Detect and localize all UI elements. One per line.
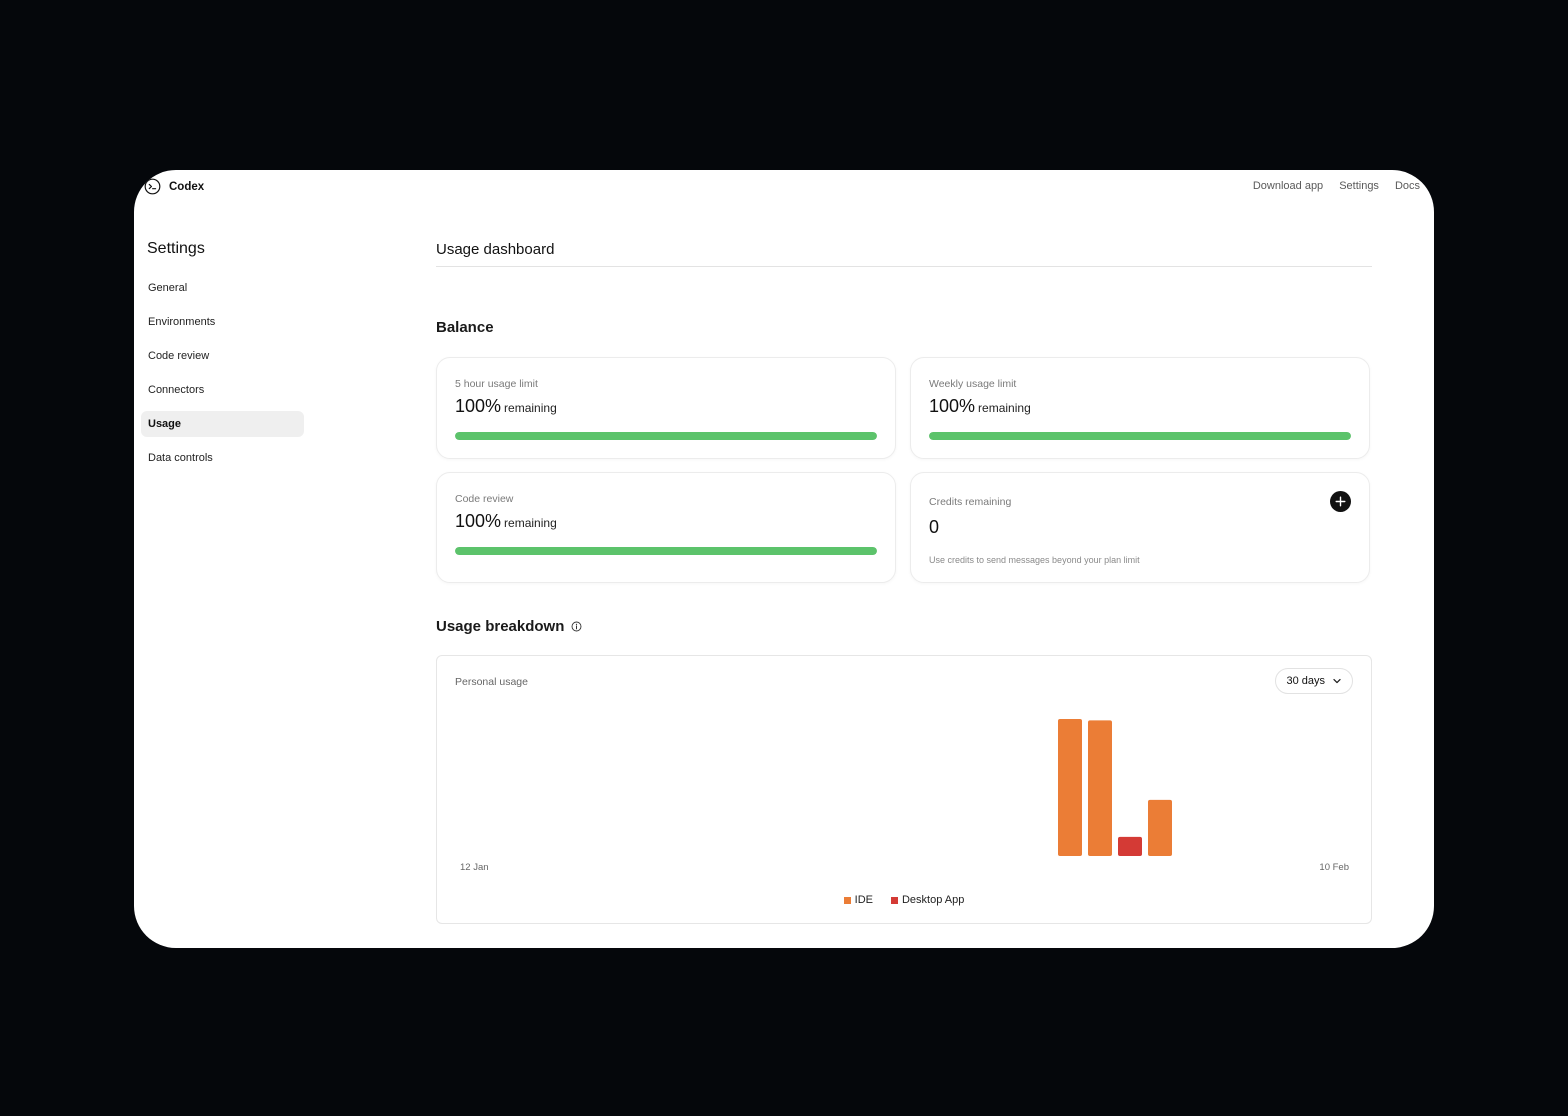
top-nav: Download app Settings Docs: [1253, 180, 1420, 192]
add-credits-button[interactable]: [1330, 491, 1351, 512]
progress-track: [455, 547, 877, 555]
progress-bar: [455, 547, 877, 555]
weekly-limit-card: Weekly usage limit 100% remaining: [910, 357, 1370, 459]
remaining-label: remaining: [978, 401, 1031, 415]
card-value: 100% remaining: [455, 511, 557, 532]
sidebar-item-general[interactable]: General: [141, 275, 304, 301]
usage-chart-panel: Personal usage 30 days 12 Jan 10 Feb IDE …: [436, 655, 1372, 924]
card-label: Weekly usage limit: [929, 378, 1017, 390]
percent-value: 100%: [929, 396, 976, 416]
card-label: 5 hour usage limit: [455, 378, 538, 390]
progress-bar: [929, 432, 1351, 440]
sidebar-item-usage[interactable]: Usage: [141, 411, 304, 437]
balance-heading: Balance: [436, 319, 494, 336]
percent-value: 100%: [455, 511, 502, 531]
legend-label: IDE: [854, 894, 873, 906]
credits-label: Credits remaining: [929, 496, 1012, 508]
x-tick-end: 10 Feb: [1319, 862, 1349, 873]
legend-item-desktop-app: Desktop App: [890, 894, 965, 906]
progress-track: [455, 432, 877, 440]
settings-link[interactable]: Settings: [1339, 180, 1379, 192]
sidebar-item-environments[interactable]: Environments: [141, 309, 304, 335]
code-review-card: Code review 100% remaining: [436, 472, 896, 583]
app-name: Codex: [169, 180, 205, 193]
legend-swatch: [890, 896, 898, 904]
credits-card: Credits remaining 0 Use credits to send …: [910, 472, 1370, 583]
progress-bar: [455, 432, 877, 440]
x-tick-start: 12 Jan: [460, 862, 489, 873]
sidebar-title: Settings: [147, 240, 205, 257]
credits-value: 0: [929, 517, 940, 537]
bar-ide[interactable]: [1058, 719, 1082, 856]
bar-ide[interactable]: [1088, 720, 1112, 856]
plus-icon: [1335, 496, 1346, 507]
sidebar-item-data-controls[interactable]: Data controls: [141, 445, 304, 471]
card-value: 100% remaining: [929, 396, 1031, 417]
card-label: Code review: [455, 493, 514, 505]
percent-value: 100%: [455, 396, 502, 416]
top-bar: Codex Download app Settings Docs: [134, 170, 1434, 206]
five-hour-limit-card: 5 hour usage limit 100% remaining: [436, 357, 896, 459]
bar-ide[interactable]: [1148, 799, 1172, 856]
credits-note: Use credits to send messages beyond your…: [929, 555, 1140, 565]
legend-label: Desktop App: [901, 894, 965, 906]
card-value: 100% remaining: [455, 396, 557, 417]
remaining-label: remaining: [504, 516, 557, 530]
chart-legend: IDE Desktop App: [437, 894, 1371, 906]
progress-track: [929, 432, 1351, 440]
brand[interactable]: Codex: [144, 178, 204, 195]
bar-desktop-app[interactable]: [1118, 836, 1142, 856]
page-title: Usage dashboard: [436, 241, 555, 258]
legend-swatch: [843, 896, 851, 904]
usage-breakdown-title: Usage breakdown: [436, 618, 565, 635]
divider: [436, 266, 1372, 267]
sidebar-item-code-review[interactable]: Code review: [141, 343, 304, 369]
terminal-icon: [144, 178, 161, 195]
sidebar-item-connectors[interactable]: Connectors: [141, 377, 304, 403]
app-window: Codex Download app Settings Docs Setting…: [134, 170, 1434, 948]
usage-bar-chart: 12 Jan 10 Feb: [460, 719, 1349, 873]
download-app-link[interactable]: Download app: [1253, 180, 1323, 192]
remaining-label: remaining: [504, 401, 557, 415]
docs-link[interactable]: Docs: [1395, 180, 1420, 192]
info-icon[interactable]: [571, 621, 582, 632]
legend-item-ide: IDE: [843, 894, 873, 906]
usage-breakdown-heading: Usage breakdown: [436, 618, 582, 635]
